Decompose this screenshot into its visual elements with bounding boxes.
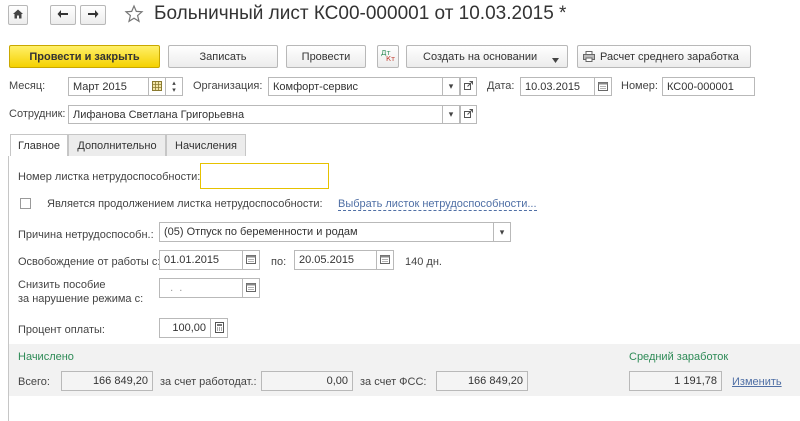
home-icon <box>12 8 24 23</box>
calendar-icon <box>598 81 608 93</box>
release-to-field[interactable]: 20.05.2015 <box>294 250 377 270</box>
employer-value: 0,00 <box>326 375 348 387</box>
open-link-icon <box>464 81 473 92</box>
percent-calculator-button[interactable] <box>211 318 228 338</box>
calc-average-earnings-label: Расчет среднего заработка <box>600 50 739 63</box>
create-based-on-button[interactable]: Создать на основании <box>406 45 568 68</box>
home-button[interactable] <box>8 5 28 25</box>
ledger-dt-kt-icon: Дт Кт <box>381 48 395 65</box>
dt-kt-button[interactable]: Дт Кт <box>377 45 399 68</box>
window-title: Больничный лист КС00-000001 от 10.03.201… <box>154 3 567 24</box>
printer-icon <box>583 51 595 62</box>
organization-value: Комфорт-сервис <box>273 80 359 93</box>
dropdown-triangle-icon: ▾ <box>448 81 454 91</box>
tab-additional[interactable]: Дополнительно <box>68 134 166 156</box>
employee-dropdown-button[interactable]: ▾ <box>443 105 460 124</box>
date-label: Дата: <box>487 80 515 92</box>
post-and-close-button[interactable]: Провести и закрыть <box>9 45 160 68</box>
total-value: 166 849,20 <box>92 375 148 387</box>
date-calendar-button[interactable] <box>595 77 612 96</box>
dropdown-triangle-icon <box>552 54 559 66</box>
accrued-header: Начислено <box>18 351 74 363</box>
continuation-label: Является продолжением листка нетрудоспос… <box>47 198 323 210</box>
month-spinner[interactable]: ▴ ▾ <box>166 77 183 96</box>
dropdown-triangle-icon: ▾ <box>448 109 454 119</box>
release-to-value: 20.05.2015 <box>299 254 355 266</box>
calendar-icon <box>246 254 256 266</box>
spin-up-icon: ▴ <box>172 79 176 87</box>
fss-label: за счет ФСС: <box>360 376 427 388</box>
month-label: Месяц: <box>9 80 46 92</box>
change-average-link[interactable]: Изменить <box>732 376 782 388</box>
choose-sheet-link[interactable]: Выбрать листок нетрудоспособности... <box>338 198 537 211</box>
release-label: Освобождение от работы с: <box>18 256 161 268</box>
post-button[interactable]: Провести <box>286 45 366 68</box>
spin-down-icon: ▾ <box>172 86 176 94</box>
reason-label: Причина нетрудоспособн.: <box>18 229 154 241</box>
reason-value: (05) Отпуск по беременности и родам <box>164 226 358 238</box>
number-value: КС00-000001 <box>667 80 734 93</box>
organization-open-button[interactable] <box>460 77 477 96</box>
organization-label: Организация: <box>193 80 263 92</box>
dropdown-triangle-icon: ▾ <box>499 226 505 237</box>
calendar-icon <box>380 254 390 266</box>
tab-main[interactable]: Главное <box>10 134 68 157</box>
average-earnings-value: 1 191,78 <box>674 375 717 387</box>
organization-field[interactable]: Комфорт-сервис <box>268 77 443 96</box>
release-from-field[interactable]: 01.01.2015 <box>159 250 243 270</box>
employer-label: за счет работодат.: <box>160 376 257 388</box>
date-field[interactable]: 10.03.2015 <box>520 77 595 96</box>
calendar-icon <box>246 282 256 294</box>
tab-accruals[interactable]: Начисления <box>166 134 246 156</box>
percent-value: 100,00 <box>172 322 206 334</box>
month-field[interactable]: Март 2015 <box>68 77 149 96</box>
reduce-benefit-label-line2: за нарушение режима с: <box>18 293 144 305</box>
open-link-icon <box>464 109 473 120</box>
back-button[interactable] <box>50 5 76 25</box>
number-label: Номер: <box>621 80 658 92</box>
average-earnings-field: 1 191,78 <box>629 371 722 391</box>
percent-label: Процент оплаты: <box>18 324 105 336</box>
employee-value: Лифанова Светлана Григорьевна <box>73 108 245 121</box>
reduce-benefit-date-value: . . <box>164 282 183 294</box>
percent-field[interactable]: 100,00 <box>159 318 211 338</box>
calc-average-earnings-button[interactable]: Расчет среднего заработка <box>577 45 751 68</box>
reduce-benefit-date-field[interactable]: . . <box>159 278 243 298</box>
reason-dropdown-button[interactable]: ▾ <box>494 222 511 242</box>
calculator-icon <box>214 321 224 335</box>
svg-text:Кт: Кт <box>386 55 395 62</box>
fss-field: 166 849,20 <box>436 371 528 391</box>
forward-button[interactable] <box>80 5 106 25</box>
release-to-label: по: <box>271 256 287 268</box>
average-earnings-header: Средний заработок <box>629 351 729 363</box>
total-field: 166 849,20 <box>61 371 153 391</box>
reduce-benefit-calendar-button[interactable] <box>243 278 260 298</box>
arrow-left-icon <box>57 9 69 22</box>
arrow-right-icon <box>87 9 99 22</box>
continuation-checkbox[interactable] <box>20 198 31 209</box>
days-count: 140 дн. <box>405 256 442 268</box>
fss-value: 166 849,20 <box>467 375 523 387</box>
reason-field[interactable]: (05) Отпуск по беременности и родам <box>159 222 494 242</box>
create-based-on-label: Создать на основании <box>423 50 538 63</box>
month-value: Март 2015 <box>73 80 127 93</box>
total-label: Всего: <box>18 376 50 388</box>
release-from-calendar-button[interactable] <box>243 250 260 270</box>
month-calendar-button[interactable] <box>149 77 166 96</box>
sheet-number-field[interactable] <box>200 163 329 189</box>
employee-field[interactable]: Лифанова Светлана Григорьевна <box>68 105 443 124</box>
release-from-value: 01.01.2015 <box>164 254 220 266</box>
date-value: 10.03.2015 <box>525 80 581 93</box>
calendar-grid-icon <box>152 80 162 93</box>
release-to-calendar-button[interactable] <box>377 250 394 270</box>
employee-label: Сотрудник: <box>9 108 66 120</box>
employer-field: 0,00 <box>261 371 353 391</box>
organization-dropdown-button[interactable]: ▾ <box>443 77 460 96</box>
reduce-benefit-label-line1: Снизить пособие <box>18 279 106 291</box>
sheet-number-label: Номер листка нетрудоспособности: <box>18 171 201 183</box>
employee-open-button[interactable] <box>460 105 477 124</box>
favorite-star-icon[interactable] <box>124 4 144 27</box>
save-button[interactable]: Записать <box>168 45 278 68</box>
number-field[interactable]: КС00-000001 <box>662 77 755 96</box>
